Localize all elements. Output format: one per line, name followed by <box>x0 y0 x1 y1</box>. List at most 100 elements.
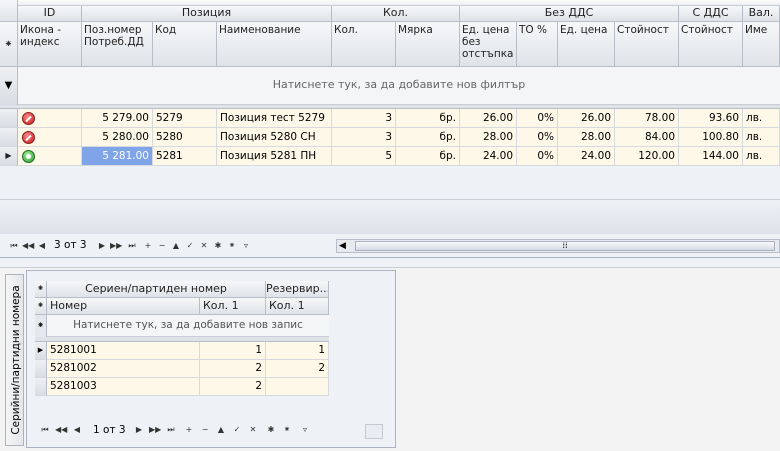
serial-group-header[interactable]: Сериен/партиден номер <box>47 281 266 298</box>
serial-nav-next-page-icon[interactable]: ▶▶ <box>149 424 161 436</box>
col-header-qty1-reserved[interactable]: Кол. 1 <box>266 298 329 315</box>
cell-currency[interactable]: лв. <box>743 128 780 147</box>
cell-code[interactable]: 5281 <box>153 147 217 166</box>
serial-nav-edit-icon[interactable]: ▲ <box>215 424 227 436</box>
row-selector[interactable] <box>0 109 18 128</box>
cell-icon-index[interactable] <box>18 128 82 147</box>
cell-name[interactable]: Позиция 5281 ПН <box>217 147 332 166</box>
nav-first-icon[interactable]: ⏮ <box>8 240 20 252</box>
col-header-icon-index[interactable]: Икона - индекс <box>18 22 82 67</box>
cell-to-percent[interactable]: 0% <box>517 109 558 128</box>
cell-value[interactable]: 120.00 <box>615 147 679 166</box>
table-row[interactable]: 5 280.00 5280 Позиция 5280 СН 3 бр. 28.00 0% 28… <box>0 128 780 147</box>
group-header-id[interactable]: ID <box>18 6 82 22</box>
cell-qty[interactable]: 3 <box>332 109 396 128</box>
serial-scroll-stub[interactable] <box>365 424 383 439</box>
cell-qty1-reserved[interactable]: 2 <box>266 360 329 378</box>
cell-value[interactable]: 78.00 <box>615 109 679 128</box>
filter-row[interactable]: ▼ Натиснете тук, за да добавите нов филт… <box>0 67 780 105</box>
serial-nav-first-icon[interactable]: ⏮ <box>39 424 51 436</box>
cell-pos-number[interactable]: 5 279.00 <box>82 109 153 128</box>
cell-pos-number[interactable]: 5 281.00 <box>82 147 153 166</box>
cell-code[interactable]: 5280 <box>153 128 217 147</box>
serial-nav-filter-icon[interactable]: ▿ <box>299 424 311 436</box>
nav-prev-icon[interactable]: ◀ <box>36 240 48 252</box>
group-header-with-vat[interactable]: С ДДС <box>679 6 743 22</box>
cell-value-vat[interactable]: 144.00 <box>679 147 743 166</box>
nav-post-icon[interactable]: ✓ <box>184 240 196 252</box>
cell-to-percent[interactable]: 0% <box>517 147 558 166</box>
cell-qty1-reserved[interactable] <box>266 378 329 396</box>
table-row[interactable]: ▶ 5281001 1 1 <box>35 342 329 360</box>
col-header-qty1[interactable]: Кол. 1 <box>200 298 266 315</box>
nav-delete-icon[interactable]: − <box>156 240 168 252</box>
cell-value-vat[interactable]: 100.80 <box>679 128 743 147</box>
cell-qty1-reserved[interactable]: 1 <box>266 342 329 360</box>
cell-value[interactable]: 84.00 <box>615 128 679 147</box>
col-header-currency-name[interactable]: Име <box>743 22 780 67</box>
cell-price-no-discount[interactable]: 28.00 <box>460 128 517 147</box>
cell-qty1[interactable]: 2 <box>200 360 266 378</box>
nav-prev-page-icon[interactable]: ◀◀ <box>22 240 34 252</box>
nav-bookmark-icon[interactable]: ✱ <box>212 240 224 252</box>
serial-nav-cancel-icon[interactable]: ✕ <box>247 424 259 436</box>
nav-append-icon[interactable]: + <box>142 240 154 252</box>
splitter[interactable] <box>0 258 780 268</box>
horizontal-scrollbar[interactable]: ◀ ⁞⁞ <box>336 239 780 253</box>
cell-price-no-discount[interactable]: 24.00 <box>460 147 517 166</box>
cell-unit[interactable]: бр. <box>396 128 460 147</box>
side-tab[interactable]: Серийни/партидни номера <box>5 274 24 446</box>
cell-qty[interactable]: 5 <box>332 147 396 166</box>
col-header-to-percent[interactable]: ТО % <box>517 22 558 67</box>
cell-serial-number[interactable]: 5281002 <box>47 360 200 378</box>
col-header-price-no-discount[interactable]: Ед. цена без отстъпка <box>460 22 517 67</box>
group-header-no-vat[interactable]: Без ДДС <box>460 6 679 22</box>
table-row[interactable]: ▶ 5 281.00 5281 Позиция 5281 ПН 5 бр. 24.00 0% 2… <box>0 147 780 166</box>
serial-nav-post-icon[interactable]: ✓ <box>231 424 243 436</box>
group-header-position[interactable]: Позиция <box>82 6 332 22</box>
cell-qty1[interactable]: 1 <box>200 342 266 360</box>
table-row[interactable]: 5281003 2 <box>35 378 329 396</box>
cell-unit-price[interactable]: 26.00 <box>558 109 615 128</box>
group-header-qty[interactable]: Кол. <box>332 6 460 22</box>
scroll-thumb[interactable]: ⁞⁞ <box>355 241 775 251</box>
new-record-row[interactable]: ⁕ Натиснете тук, за да добавите нов запи… <box>35 315 329 337</box>
cell-price-no-discount[interactable]: 26.00 <box>460 109 517 128</box>
column-chooser-icon[interactable]: ⁕ <box>0 22 18 67</box>
row-current-indicator-icon[interactable]: ▶ <box>0 147 18 166</box>
serial-nav-goto-bookmark-icon[interactable]: ⁕ <box>281 424 293 436</box>
scroll-left-icon[interactable]: ◀ <box>339 240 346 252</box>
table-row[interactable]: 5281002 2 2 <box>35 360 329 378</box>
nav-edit-icon[interactable]: ▲ <box>170 240 182 252</box>
nav-cancel-icon[interactable]: ✕ <box>198 240 210 252</box>
row-selector[interactable] <box>35 360 47 378</box>
serial-nav-next-icon[interactable]: ▶ <box>133 424 145 436</box>
row-current-indicator-icon[interactable]: ▶ <box>35 342 47 360</box>
serial-nav-bookmark-icon[interactable]: ✱ <box>265 424 277 436</box>
cell-currency[interactable]: лв. <box>743 109 780 128</box>
group-header-currency[interactable]: Вал. <box>743 6 780 22</box>
cell-currency[interactable]: лв. <box>743 147 780 166</box>
serial-col-chooser-icon[interactable]: ⁕ <box>35 298 47 315</box>
cell-code[interactable]: 5279 <box>153 109 217 128</box>
col-header-value-vat[interactable]: Стойност <box>679 22 743 67</box>
cell-serial-number[interactable]: 5281001 <box>47 342 200 360</box>
serial-nav-delete-icon[interactable]: − <box>199 424 211 436</box>
cell-serial-number[interactable]: 5281003 <box>47 378 200 396</box>
new-record-icon[interactable]: ⁕ <box>35 315 47 337</box>
nav-next-icon[interactable]: ▶ <box>96 240 108 252</box>
nav-next-page-icon[interactable]: ▶▶ <box>110 240 122 252</box>
reserved-group-header[interactable]: Резервир... <box>266 281 329 298</box>
row-selector[interactable] <box>0 128 18 147</box>
serial-nav-prev-page-icon[interactable]: ◀◀ <box>55 424 67 436</box>
cell-unit[interactable]: бр. <box>396 147 460 166</box>
cell-to-percent[interactable]: 0% <box>517 128 558 147</box>
serial-nav-append-icon[interactable]: + <box>183 424 195 436</box>
nav-goto-bookmark-icon[interactable]: ⁕ <box>226 240 238 252</box>
cell-icon-index[interactable] <box>18 147 82 166</box>
cell-name[interactable]: Позиция 5280 СН <box>217 128 332 147</box>
col-header-code[interactable]: Код <box>153 22 217 67</box>
cell-qty1[interactable]: 2 <box>200 378 266 396</box>
cell-unit[interactable]: бр. <box>396 109 460 128</box>
cell-qty[interactable]: 3 <box>332 128 396 147</box>
